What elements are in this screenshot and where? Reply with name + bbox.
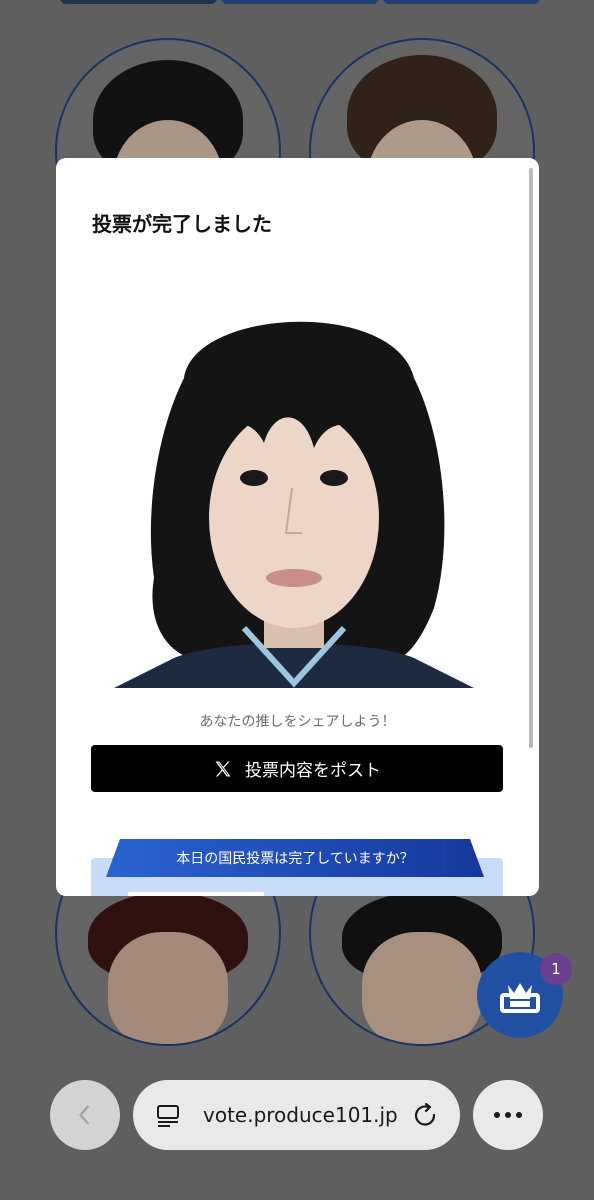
url-text: vote.produce101.jp [203, 1103, 398, 1127]
reload-icon[interactable] [412, 1102, 440, 1130]
back-chevron-icon [79, 1105, 89, 1125]
modal-scrollbar[interactable] [529, 168, 533, 748]
vote-banner-text: 本日の国民投票は完了していますか？ [176, 851, 414, 867]
tabs-icon[interactable] [155, 1103, 181, 1129]
notification-badge: 1 [540, 953, 572, 985]
back-button[interactable] [50, 1080, 120, 1150]
more-button[interactable] [473, 1080, 543, 1150]
post-button-label: 投票内容をポスト [245, 761, 381, 781]
crown-box-icon [500, 983, 540, 1013]
trainee-portrait [114, 321, 474, 688]
post-to-x-button[interactable]: 投票内容をポスト [91, 745, 503, 792]
share-prompt: あなたの推しをシェアしよう！ [199, 714, 396, 730]
address-bar[interactable]: vote.produce101.jp [133, 1080, 460, 1150]
vote-box-inner [128, 892, 264, 896]
vote-complete-modal: 投票が完了しました あなたの推しをシェアしよう！ 投票内容をポスト 本日の国民投… [56, 158, 539, 896]
more-icon [494, 1112, 522, 1118]
modal-title: 投票が完了しました [92, 212, 272, 236]
x-logo-icon [215, 761, 231, 776]
